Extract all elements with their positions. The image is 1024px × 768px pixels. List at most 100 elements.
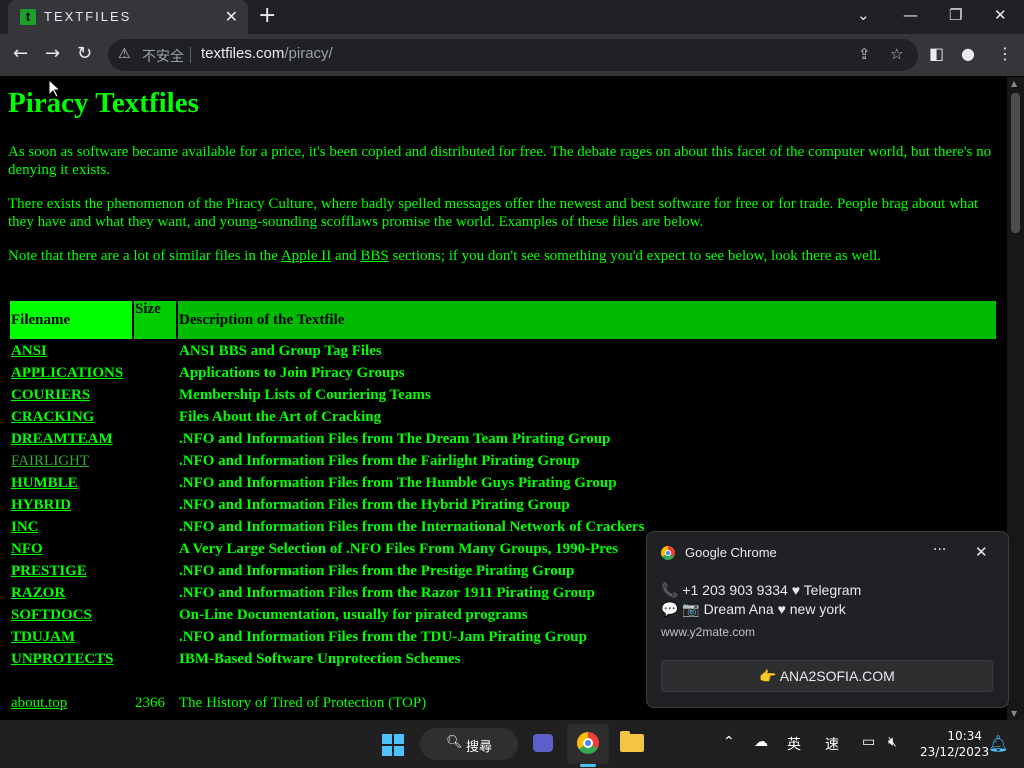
taskbar-search[interactable]: 🔍︎ 搜尋 [420,728,518,760]
meet-app-icon[interactable] [533,734,553,752]
notification-action-button[interactable]: 👉 ANA2SOFIA.COM [661,660,993,692]
close-window-icon[interactable]: ✕ [994,6,1007,24]
table-row: COURIERS Membership Lists of Couriering T… [10,385,996,405]
table-header-row: Filename Size Description of the Textfil… [10,301,996,339]
scrollbar-thumb[interactable] [1011,93,1020,233]
network-icon[interactable]: ▭ [862,734,875,750]
size-cell [134,539,176,559]
directory-link[interactable]: DREAMTEAM [11,431,113,447]
directory-link[interactable]: INC [11,519,39,535]
table-row: HYBRID .NFO and Information Files from th… [10,495,996,515]
directory-link[interactable]: TDUJAM [11,629,75,645]
filename-cell: SOFTDOCS [10,605,132,625]
filename-cell: PRESTIGE [10,561,132,581]
ime-speed-indicator[interactable]: 速 [825,734,839,754]
new-tab-icon[interactable]: + [258,3,276,28]
directory-link[interactable]: SOFTDOCS [11,607,92,623]
filename-cell: DREAMTEAM [10,429,132,449]
notification-line-1: 📞 +1 203 903 9334 ♥ Telegram [661,582,862,598]
restore-icon[interactable]: ❐ [949,6,962,24]
intro-paragraph-1: As soon as software became available for… [8,144,992,178]
notification-bell-icon[interactable]: 🔔︎ [988,734,1008,753]
size-cell [134,385,176,405]
para3-text-c: sections; if you don't see something you… [388,248,882,264]
directory-link[interactable]: CRACKING [11,409,94,425]
filename-cell: NFO [10,539,132,559]
apple-ii-link[interactable]: Apple II [281,248,331,264]
size-cell [134,627,176,647]
table-row: HUMBLE .NFO and Information Files from Th… [10,473,996,493]
windows-start-icon[interactable] [382,720,406,768]
tray-chevron-icon[interactable]: ⌃ [723,734,735,750]
bbs-link[interactable]: BBS [360,248,388,264]
page-scrollbar[interactable]: ▲ ▼ [1007,77,1024,720]
minimize-icon[interactable]: — [903,6,918,24]
more-options-icon[interactable]: ··· [933,542,946,558]
clock-time: 10:34 [947,729,982,743]
directory-link[interactable]: NFO [11,541,43,557]
url-text[interactable]: textfiles.com/piracy/ [201,45,333,62]
directory-link[interactable]: HUMBLE [11,475,78,491]
security-label[interactable]: 不安全 [142,46,184,66]
size-cell [134,583,176,603]
table-row: APPLICATIONS Applications to Join Piracy … [10,363,996,383]
notification-close-icon[interactable]: ✕ [975,543,988,561]
para3-text-a: Note that there are a lot of similar fil… [8,248,281,264]
tab-search-chevron-icon[interactable]: ⌄ [857,6,870,24]
directory-link[interactable]: HYBRID [11,497,71,513]
header-filename: Filename [10,301,132,339]
clock-date: 23/12/2023 [920,745,990,759]
scroll-up-arrow-icon[interactable]: ▲ [1011,79,1017,88]
reload-icon[interactable]: ↻ [77,43,92,64]
directory-link[interactable]: RAZOR [11,585,65,601]
side-panel-icon[interactable]: ◧ [929,44,944,63]
size-cell [134,517,176,537]
scroll-down-arrow-icon[interactable]: ▼ [1011,709,1017,718]
filename-cell: COURIERS [10,385,132,405]
notification-line-2: 💬 📷 Dream Ana ♥ new york [661,601,846,617]
clock[interactable]: 10:34 23/12/2023 [920,728,990,760]
volume-muted-icon[interactable]: 🔇︎ [888,734,897,750]
header-size: Size [134,301,176,339]
filename-cell: ANSI [10,341,132,361]
address-bar[interactable]: ⚠ 不安全 textfiles.com/piracy/ ⇪ ☆ [108,39,918,71]
filename-cell: HUMBLE [10,473,132,493]
directory-link[interactable]: ANSI [11,343,47,359]
taskbar: 🔍︎ 搜尋 ⌃ ☁ 英 速 ▭ 🔇︎ 10:34 23/12/2023 🔔︎ [0,720,1024,768]
chrome-notification[interactable]: Google Chrome ··· ✕ 📞 +1 203 903 9334 ♥ … [646,531,1009,708]
size-cell [134,495,176,515]
url-host: textfiles.com [201,45,285,62]
directory-link[interactable]: APPLICATIONS [11,365,123,381]
onedrive-icon[interactable]: ☁ [754,734,768,750]
chrome-taskbar-icon[interactable] [577,732,599,754]
forward-arrow-icon[interactable]: → [45,43,60,64]
filename-cell: FAIRLIGHT [10,451,132,471]
menu-kebab-icon[interactable]: ⋮ [997,44,1013,63]
directory-link[interactable]: PRESTIGE [11,563,87,579]
file-explorer-icon[interactable] [620,731,644,752]
intro-paragraph-2: There exists the phenomenon of the Pirac… [8,196,979,230]
filename-cell: RAZOR [10,583,132,603]
tab-strip: t TEXTFILES ✕ + ⌄ — ❐ ✕ [0,0,1024,34]
favicon-icon: t [20,9,36,25]
bookmark-star-icon[interactable]: ☆ [890,45,903,63]
file-link[interactable]: about.top [11,695,67,711]
size-cell [134,363,176,383]
filename-cell: UNPROTECTS [10,649,132,669]
profile-icon[interactable]: ● [961,44,975,63]
warning-icon[interactable]: ⚠ [118,46,131,62]
tab-textfiles[interactable]: t TEXTFILES ✕ [8,0,248,34]
tab-title: TEXTFILES [44,9,132,24]
close-tab-icon[interactable]: ✕ [225,7,238,26]
directory-link[interactable]: UNPROTECTS [11,651,114,667]
directory-link[interactable]: COURIERS [11,387,90,403]
directory-link[interactable]: FAIRLIGHT [11,453,89,469]
header-description: Description of the Textfile [178,301,996,339]
description-cell: ANSI BBS and Group Tag Files [179,342,382,359]
size-cell [134,451,176,471]
back-arrow-icon[interactable]: ← [13,43,28,64]
table-row: DREAMTEAM .NFO and Information Files from… [10,429,996,449]
share-icon[interactable]: ⇪ [858,45,871,63]
active-indicator [580,764,596,767]
ime-english-indicator[interactable]: 英 [787,734,801,754]
